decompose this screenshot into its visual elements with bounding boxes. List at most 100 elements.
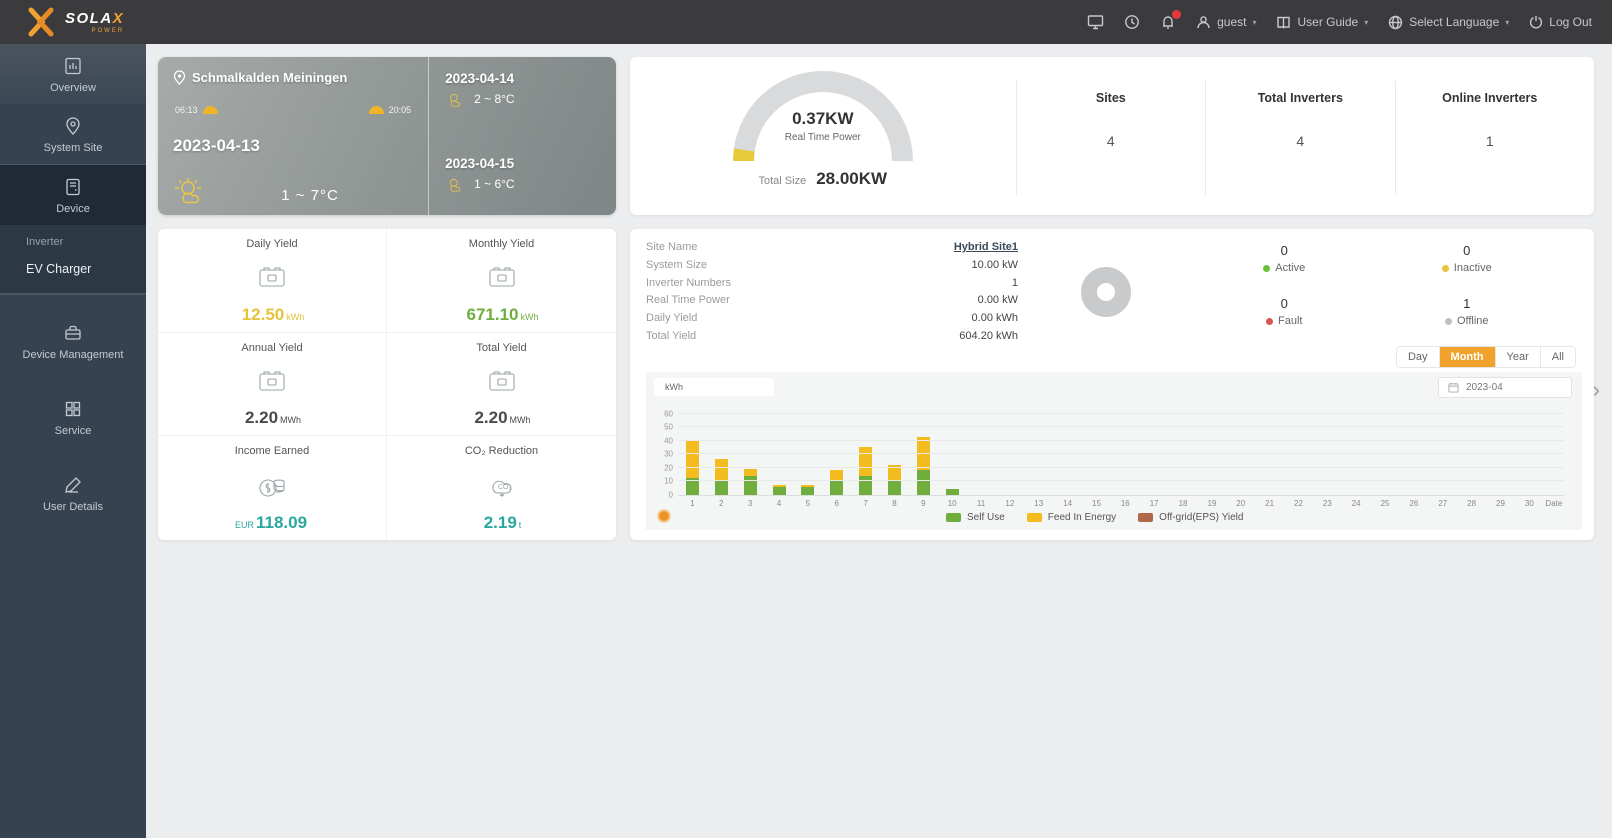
gridline	[678, 453, 1564, 455]
x-axis-tick: 1	[690, 498, 695, 508]
topbar: SOLAX POWER guest ▾ User Guide ▾ Select …	[0, 0, 1612, 44]
sidebar-item-device-management[interactable]: Device Management	[0, 311, 146, 371]
y-axis-tick: 0	[668, 490, 673, 500]
bar-segment	[945, 489, 959, 495]
power-icon	[1530, 16, 1543, 29]
bar-segment	[743, 475, 757, 495]
x-axis-tick: 25	[1380, 498, 1390, 508]
x-axis-tick: 16	[1120, 498, 1130, 508]
weather-today-temp: 1 ~ 7°C	[281, 186, 339, 204]
range-button-all[interactable]: All	[1539, 346, 1575, 367]
detail-row: Total Yield 604.20 kWh	[646, 329, 1018, 342]
y-axis-tick: 10	[664, 476, 673, 486]
status-dot	[1441, 264, 1449, 272]
detail-row: Site Name Hybrid Site1	[646, 239, 1018, 257]
sidebar-item-label: System Site	[43, 142, 103, 154]
stacked-bar[interactable]	[743, 468, 757, 495]
tile-annual-yield: Annual Yield 2.20 MWh	[158, 332, 387, 437]
location-pin-icon	[173, 70, 186, 85]
carousel-indicator-dot[interactable]	[659, 510, 669, 521]
x-axis-tick: 7	[863, 498, 868, 508]
sidebar-item-service[interactable]: Service	[0, 387, 146, 447]
x-axis-tick: 4	[776, 498, 782, 508]
range-button-day[interactable]: Day	[1396, 346, 1439, 367]
stacked-bar[interactable]	[772, 485, 786, 495]
yield-meter-icon	[488, 371, 515, 391]
user-guide-menu[interactable]: User Guide ▾	[1276, 15, 1368, 30]
status-active: 0 Active	[1193, 243, 1376, 292]
date-picker-value: 2023-04	[1466, 381, 1503, 393]
toolbox-icon	[65, 325, 81, 340]
legend-item[interactable]: Feed In Energy	[1026, 512, 1116, 523]
x-axis-tick: 15	[1092, 498, 1101, 508]
x-axis-tick: 21	[1265, 498, 1275, 508]
monitor-icon[interactable]	[1087, 14, 1104, 30]
month-date-picker[interactable]: 2023-04	[1438, 376, 1572, 398]
legend-item[interactable]: Self Use	[946, 512, 1005, 523]
x-axis-tick: 8	[892, 498, 897, 508]
logout-label: Log Out	[1549, 15, 1592, 29]
sidebar-item-user-details[interactable]: User Details	[0, 463, 146, 523]
weather-card: Schmalkalden Meiningen 06:13 20:05 2023-…	[158, 57, 616, 215]
bar-segment	[801, 486, 815, 495]
brand-name: SOLAX	[65, 9, 125, 27]
gridline	[678, 480, 1564, 482]
logout-button[interactable]: Log Out	[1529, 15, 1592, 29]
stat-total-inverters: Total Inverters 4	[1205, 81, 1394, 195]
range-button-month[interactable]: Month	[1438, 346, 1495, 367]
stacked-bar[interactable]	[714, 459, 728, 495]
status-grid: 0 Active 0 Inactive 0 Fault 1 Offline	[1193, 239, 1582, 346]
yield-meter-icon	[488, 267, 515, 287]
forecast-temp: 2 ~ 8°C	[474, 92, 515, 106]
site-name-link[interactable]: Hybrid Site1	[954, 239, 1018, 257]
alarm-icon[interactable]	[1124, 14, 1140, 30]
brand-logo[interactable]: SOLAX POWER	[26, 7, 124, 37]
tile-income-earned: Income Earned EUR 118.09	[158, 436, 387, 540]
x-axis-tick: 13	[1034, 498, 1044, 508]
sun-cloud-icon	[175, 177, 201, 204]
user-menu[interactable]: guest ▾	[1196, 15, 1256, 30]
weather-location: Schmalkalden Meiningen	[192, 70, 348, 85]
submenu-item-inverter[interactable]: Inverter	[0, 229, 146, 255]
detail-row: Inverter Numbers 1	[646, 276, 1018, 289]
sidebar-item-overview[interactable]: Overview	[0, 44, 146, 104]
solax-x-icon	[28, 7, 54, 37]
yield-meter-icon	[259, 371, 285, 391]
main-content: Schmalkalden Meiningen 06:13 20:05 2023-…	[146, 44, 1612, 838]
notification-badge	[1172, 10, 1182, 19]
person-icon	[1197, 15, 1210, 28]
sidebar-item-system-site[interactable]: System Site	[0, 104, 146, 164]
yield-bar-chart: kWh 2023-04 1 2 3 4 5 6 7 8 9 10 11 12 13 14 15 16 17 18 1…	[646, 371, 1582, 530]
sidebar-item-device[interactable]: Device	[0, 164, 146, 225]
chart-plot-area: 1 2 3 4 5 6 7 8 9 10 11 12 13 14 15 16 17 18 19 20 21 22 23 24 2…	[664, 409, 1564, 508]
chevron-down-icon: ▾	[1252, 17, 1257, 27]
language-label: Select Language	[1409, 15, 1500, 29]
sidebar-item-label: Device Management	[22, 349, 124, 361]
status-fault: 0 Fault	[1193, 296, 1376, 345]
x-axis-tick: 9	[921, 498, 926, 508]
forecast-day-1: 2023-04-14 2 ~ 8°C	[445, 71, 600, 116]
legend-item[interactable]: Off-grid(EPS) Yield	[1138, 512, 1243, 523]
realtime-power-label: Real Time Power	[784, 132, 861, 143]
status-offline: 1 Offline	[1376, 296, 1559, 345]
legend-swatch	[1138, 512, 1154, 522]
bell-icon[interactable]	[1160, 10, 1182, 30]
tile-value: 671.10	[466, 304, 519, 324]
x-axis-tick: 19	[1207, 498, 1217, 508]
bar-segment	[714, 459, 728, 480]
range-button-year[interactable]: Year	[1494, 346, 1540, 367]
x-axis-tick: 24	[1351, 498, 1361, 508]
stacked-bar[interactable]	[830, 470, 844, 495]
tile-co2-reduction: CO₂ Reduction CO₂ 2.19 t	[464, 445, 539, 532]
x-axis-tick: 20	[1236, 498, 1246, 508]
submenu-item-ev-charger[interactable]: EV Charger	[0, 255, 146, 283]
y-axis-tick: 60	[664, 409, 673, 419]
bar-segment	[830, 479, 844, 495]
status-donut-chart	[1080, 267, 1131, 318]
next-site-chevron-icon[interactable]: ›	[1593, 377, 1600, 403]
x-axis-tick: 5	[805, 498, 811, 508]
stacked-bar[interactable]	[945, 489, 959, 495]
tile-total-yield: Total Yield 2.20 MWh	[387, 333, 616, 437]
language-menu[interactable]: Select Language ▾	[1388, 15, 1509, 30]
stacked-bar[interactable]	[801, 485, 815, 495]
